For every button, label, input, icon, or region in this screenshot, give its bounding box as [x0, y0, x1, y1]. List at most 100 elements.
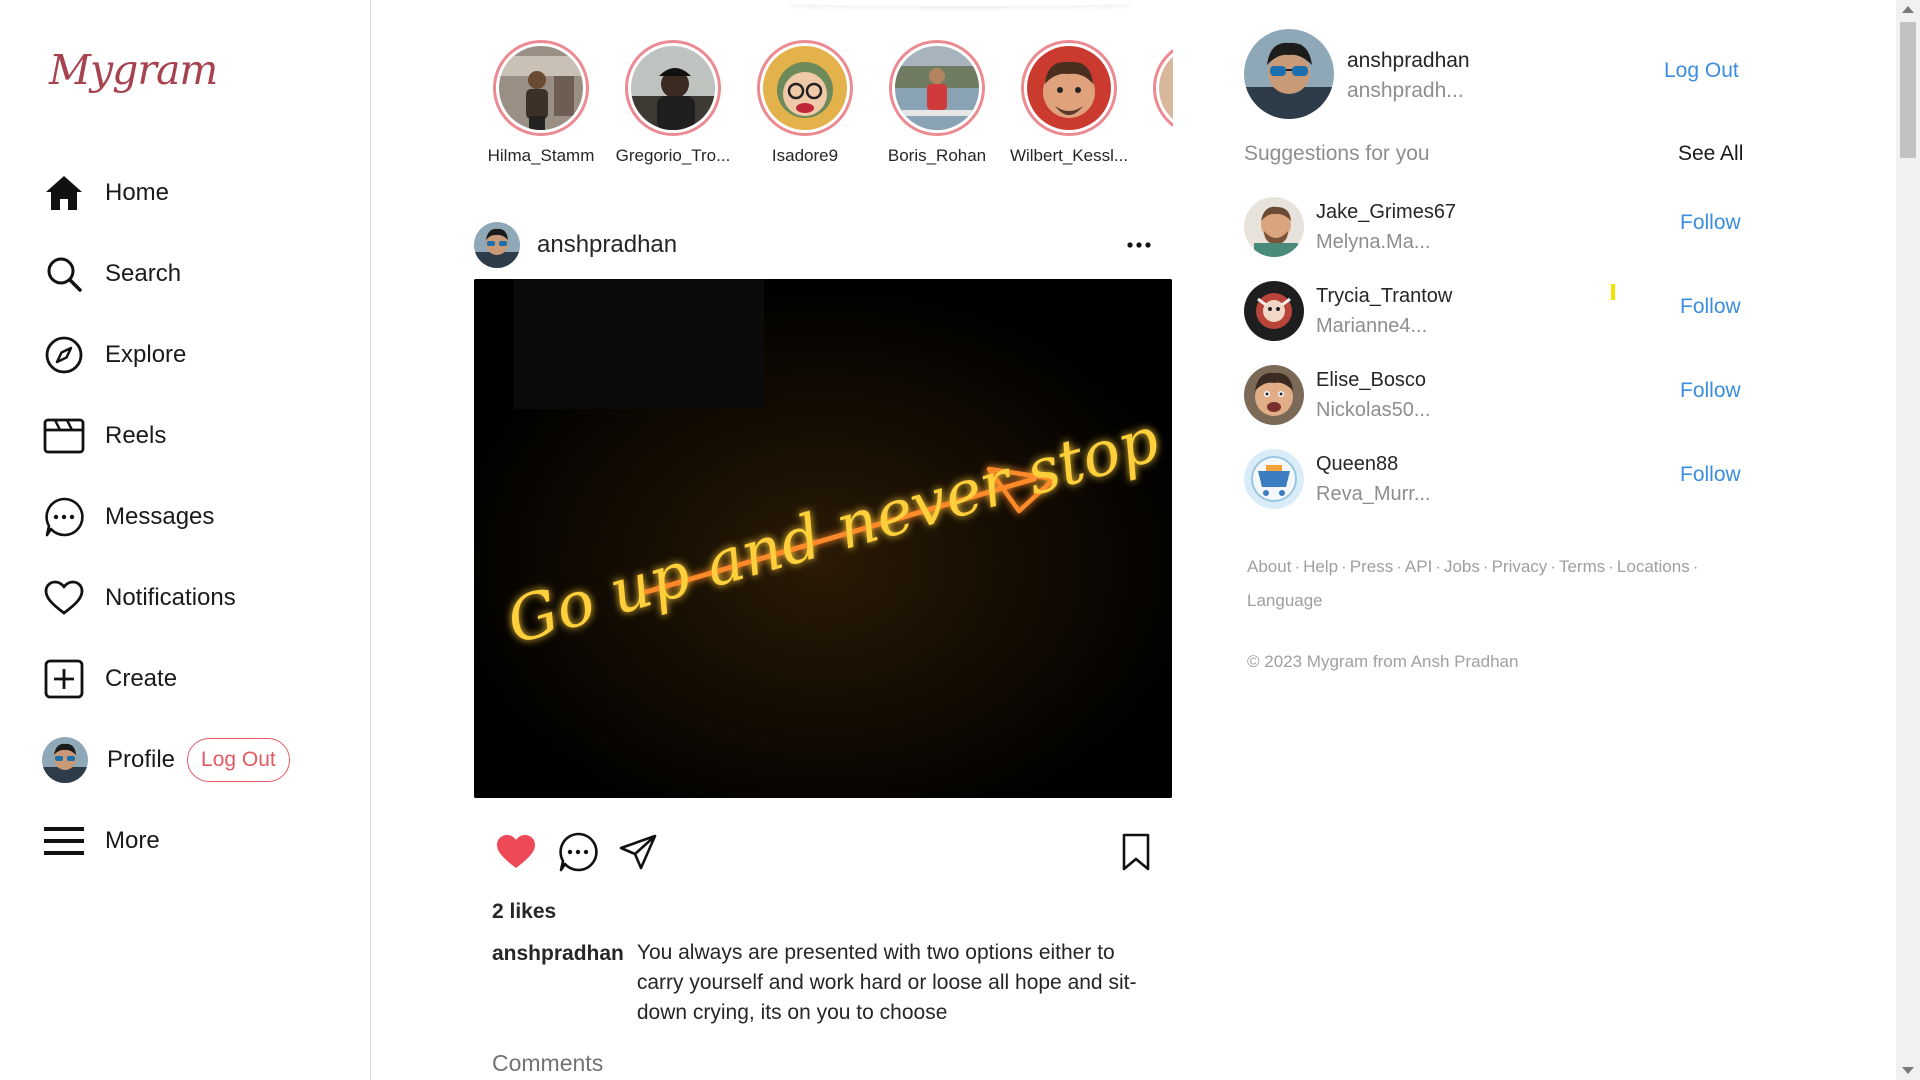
sidebar-item-messages[interactable]: Messages	[42, 490, 290, 544]
suggestion-avatar[interactable]	[1244, 449, 1304, 509]
sidebar-item-label: Home	[105, 179, 170, 206]
suggestion-username[interactable]: Jake_Grimes67	[1316, 201, 1456, 224]
footer-link-api[interactable]: API	[1405, 557, 1432, 576]
sidebar-item-more[interactable]: More	[42, 814, 290, 868]
story-ring	[889, 40, 985, 136]
post-author-avatar[interactable]	[474, 222, 520, 268]
suggestion-username[interactable]: Queen88	[1316, 453, 1398, 476]
current-user-card: anshpradhan anshpradh... Log Out	[1244, 29, 1744, 121]
story-ring	[1021, 40, 1117, 136]
current-username[interactable]: anshpradhan	[1347, 49, 1470, 73]
story-avatar	[1027, 46, 1111, 130]
view-comments-link[interactable]: Comments	[492, 1050, 603, 1077]
story-username: Isadore9	[771, 146, 839, 165]
plus-square-icon	[42, 657, 86, 701]
sidebar-item-label: Explore	[105, 341, 187, 368]
current-user-name: anshpradh...	[1347, 79, 1464, 102]
see-all-link[interactable]: See All	[1678, 142, 1743, 166]
sidebar-item-label: Search	[105, 260, 182, 287]
story-username: Gregorio_Tro...	[615, 146, 731, 165]
suggestion-item: Trycia_Trantow Marianne4... Follow	[1244, 281, 1744, 365]
footer-link-press[interactable]: Press	[1350, 557, 1393, 576]
story-avatar	[763, 46, 847, 130]
logout-link[interactable]: Log Out	[1664, 59, 1739, 83]
story-username: Boris_Rohan	[887, 146, 987, 165]
suggestion-avatar[interactable]	[1244, 197, 1304, 257]
search-icon	[42, 252, 86, 296]
bookmark-icon[interactable]	[1114, 830, 1158, 874]
story-item[interactable]: Va	[1136, 40, 1173, 166]
footer-link-help[interactable]: Help	[1303, 557, 1338, 576]
more-options-icon[interactable]	[1124, 230, 1154, 260]
post-header: anshpradhan	[474, 222, 1172, 268]
sidebar-item-home[interactable]: Home	[42, 166, 290, 220]
like-heart-icon[interactable]	[494, 830, 538, 874]
sidebar-item-create[interactable]: Create	[42, 652, 290, 706]
story-username: Hilma_Stamm	[487, 146, 595, 165]
story-ring	[1153, 40, 1173, 136]
footer-links: About · Help · Press · API · Jobs · Privacy · Terms ·…	[1247, 557, 1699, 610]
avatar[interactable]	[1244, 29, 1334, 119]
follow-button[interactable]: Follow	[1680, 295, 1741, 319]
sidebar-item-label: Messages	[105, 503, 215, 530]
footer-link-privacy[interactable]: Privacy	[1492, 557, 1548, 576]
follow-button[interactable]: Follow	[1680, 211, 1741, 235]
like-count[interactable]: 2 likes	[492, 900, 556, 924]
suggestion-username[interactable]: Trycia_Trantow	[1316, 285, 1452, 308]
copyright: © 2023 Mygram from Ansh Pradhan	[1247, 652, 1519, 671]
reels-icon	[42, 414, 86, 458]
footer-link-language[interactable]: Language	[1247, 591, 1323, 610]
menu-icon	[42, 819, 86, 863]
suggestion-subtitle: Nickolas50...	[1316, 399, 1431, 421]
stories-bar: Hilma_Stamm Gregorio_Tro... Isadore9 Bor…	[476, 40, 1173, 175]
cursor-marker	[1611, 284, 1615, 300]
post-author-username[interactable]: anshpradhan	[537, 231, 677, 259]
story-item[interactable]: Gregorio_Tro...	[608, 40, 738, 166]
story-ring	[625, 40, 721, 136]
scroll-up-arrow-icon[interactable]	[1902, 6, 1914, 13]
story-ring	[493, 40, 589, 136]
heart-icon	[42, 576, 86, 620]
story-item[interactable]: Hilma_Stamm	[476, 40, 606, 166]
footer-link-terms[interactable]: Terms	[1559, 557, 1605, 576]
scroll-down-arrow-icon[interactable]	[1902, 1067, 1914, 1074]
story-item[interactable]: Wilbert_Kessl...	[1004, 40, 1134, 166]
sidebar-item-label: Profile	[107, 746, 176, 773]
post-image[interactable]: Go up and never stop	[474, 279, 1172, 798]
compass-icon	[42, 333, 86, 377]
header-shadow	[790, 0, 1130, 6]
suggestion-avatar[interactable]	[1244, 365, 1304, 425]
suggestion-avatar[interactable]	[1244, 281, 1304, 341]
suggestion-item: Jake_Grimes67 Melyna.Ma... Follow	[1244, 197, 1744, 281]
app-logo[interactable]: Mygram	[49, 46, 218, 94]
sidebar-nav: Home Search Explore Reels Messages Notif…	[42, 166, 290, 895]
footer-link-about[interactable]: About	[1247, 557, 1291, 576]
sidebar: Mygram Home Search Explore Reels Message…	[0, 0, 371, 1080]
story-avatar	[895, 46, 979, 130]
caption-text: You always are presented with two option…	[636, 941, 1137, 1024]
page-scrollbar[interactable]	[1896, 0, 1920, 1080]
sidebar-item-reels[interactable]: Reels	[42, 409, 290, 463]
post-actions	[494, 830, 1154, 874]
footer-link-locations[interactable]: Locations	[1617, 557, 1690, 576]
sidebar-item-search[interactable]: Search	[42, 247, 290, 301]
sidebar-item-profile[interactable]: Profile Log Out	[42, 733, 290, 787]
suggestion-item: Queen88 Reva_Murr... Follow	[1244, 449, 1744, 533]
footer-link-jobs[interactable]: Jobs	[1444, 557, 1480, 576]
story-item[interactable]: Boris_Rohan	[872, 40, 1002, 166]
share-send-icon[interactable]	[616, 830, 660, 874]
suggestions-title: Suggestions for you	[1244, 142, 1430, 165]
sidebar-item-label: Create	[105, 665, 178, 692]
suggestion-item: Elise_Bosco Nickolas50... Follow	[1244, 365, 1744, 449]
suggestion-subtitle: Reva_Murr...	[1316, 483, 1431, 505]
caption-username[interactable]: anshpradhan	[492, 942, 624, 1028]
comment-icon[interactable]	[556, 830, 600, 874]
follow-button[interactable]: Follow	[1680, 463, 1741, 487]
scrollbar-thumb[interactable]	[1900, 22, 1916, 158]
sidebar-item-explore[interactable]: Explore	[42, 328, 290, 382]
story-item[interactable]: Isadore9	[740, 40, 870, 166]
follow-button[interactable]: Follow	[1680, 379, 1741, 403]
logout-button[interactable]: Log Out	[187, 738, 290, 782]
suggestion-username[interactable]: Elise_Bosco	[1316, 369, 1426, 392]
sidebar-item-notifications[interactable]: Notifications	[42, 571, 290, 625]
